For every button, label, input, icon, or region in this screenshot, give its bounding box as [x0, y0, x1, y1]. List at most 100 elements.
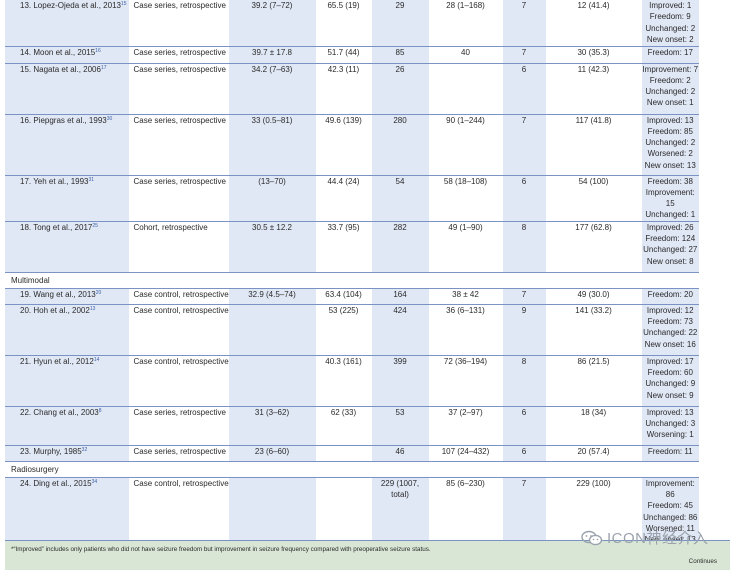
- followup-cell: [428, 63, 502, 115]
- patients-cell: 85: [370, 46, 429, 64]
- quality-score-cell: 6: [501, 445, 546, 462]
- reference-number: 32: [81, 446, 88, 453]
- male-cell: 53 (225): [315, 304, 371, 356]
- age-cell: 30.5 ± 12.2: [227, 221, 316, 273]
- outcome-cell: Freedom: 38 Improvement: 15 Unchanged: 1: [640, 175, 699, 222]
- design-cell: Case series, retrospective: [128, 46, 228, 64]
- design-cell: Case control, retrospective: [128, 477, 229, 547]
- author-cell: 23. Murphy, 198532: [5, 445, 129, 462]
- quality-score-cell: 7: [501, 0, 546, 47]
- outcome-line: New onset: 9: [646, 390, 694, 400]
- male-cell: [315, 477, 371, 547]
- page: 13. Lopez-Ojeda et al., 201315 Case serie…: [0, 0, 736, 573]
- patients-cell: 280: [370, 114, 429, 176]
- outcome-line: Freedom: 2: [649, 75, 691, 85]
- author-cell: 15. Nagata et al., 200617: [5, 63, 129, 115]
- design-cell: Case series, retrospective: [128, 63, 228, 115]
- table-row: 16. Piepgras et al., 199330 Case series, …: [5, 114, 732, 176]
- quality-score-cell: 7: [501, 46, 546, 64]
- outcome-line: Improved: 1: [649, 1, 692, 10]
- outcome-cell: Freedom: 17: [640, 46, 699, 64]
- reference-number: 31: [88, 176, 95, 183]
- outcome-cell: Improved: 1 Freedom: 9 Unchanged: 2 New ons…: [640, 0, 699, 47]
- table-row: 20. Hoh et al., 200213 Case control, retr…: [5, 304, 732, 356]
- design-cell: Case control, retrospective: [128, 304, 229, 356]
- table-row: 18. Tong et al., 201725 Cohort, retrospec…: [5, 221, 732, 273]
- seizure-cell: 49 (30.0): [545, 288, 641, 305]
- age-cell: (13–70): [227, 175, 316, 222]
- outcome-line: Freedom: 20: [647, 289, 693, 299]
- author-cell: 14. Moon et al., 201516: [5, 46, 129, 64]
- outcome-cell: Improved: 12 Freedom: 73 Unchanged: 22 New …: [640, 304, 699, 356]
- age-cell: 23 (6–60): [227, 445, 316, 462]
- quality-score-cell: 9: [501, 304, 546, 356]
- outcome-line: Improved: 17: [646, 356, 694, 366]
- followup-cell: 85 (6–230): [428, 477, 502, 547]
- studies-table: 13. Lopez-Ojeda et al., 201315 Case serie…: [5, 0, 732, 547]
- outcome-line: Freedom: 11: [647, 446, 693, 456]
- reference-number: 8: [98, 407, 102, 414]
- age-cell: 34.2 (7–63): [227, 63, 316, 115]
- outcome-line: Unchanged: 2: [645, 87, 696, 97]
- male-cell: 33.7 (95): [315, 221, 371, 273]
- section-label: Multimodal: [5, 272, 699, 289]
- male-cell: [315, 445, 371, 462]
- reference-number: 13: [89, 305, 96, 312]
- reference-number: 14: [93, 356, 100, 363]
- author-cell: 24. Ding et al., 201534: [5, 477, 129, 547]
- reference-number: 34: [91, 478, 98, 485]
- patients-cell: 26: [370, 63, 429, 115]
- age-cell: 39.7 ± 17.8: [227, 46, 316, 64]
- outcome-line: New onset: 13: [644, 160, 696, 170]
- outcome-cell: Improvement: 7 Freedom: 2 Unchanged: 2 New …: [640, 63, 699, 115]
- quality-score-cell: 8: [501, 355, 546, 407]
- outcome-cell: Improved: 17 Freedom: 60 Unchanged: 9 New o…: [640, 355, 699, 407]
- outcome-line: Worsening: 1: [646, 430, 694, 440]
- outcome-line: Unchanged: 2: [645, 23, 696, 33]
- design-cell: Case series, retrospective: [128, 406, 228, 446]
- age-cell: [227, 355, 316, 407]
- outcome-cell: Freedom: 20: [640, 288, 699, 305]
- male-cell: 44.4 (24): [315, 175, 371, 222]
- outcome-line: Unchanged: 9: [645, 379, 696, 389]
- author-cell: 16. Piepgras et al., 199330: [5, 114, 129, 176]
- age-cell: 33 (0.5–81): [227, 114, 316, 176]
- design-cell: Case series, retrospective: [128, 0, 228, 47]
- table-row: 23. Murphy, 198532 Case series, retrospec…: [5, 445, 732, 462]
- reference-number: 15: [120, 1, 127, 7]
- reference-number: 16: [95, 47, 101, 54]
- author-text: 23. Murphy, 1985: [20, 446, 82, 456]
- patients-cell: 54: [370, 175, 429, 222]
- author-cell: 19. Wang et al., 201320: [5, 288, 129, 305]
- reference-number: 30: [106, 115, 113, 122]
- followup-cell: 58 (18–108): [428, 175, 502, 222]
- author-text: 16. Piepgras et al., 1993: [20, 115, 107, 125]
- patients-cell: 53: [370, 406, 429, 446]
- table-row: 13. Lopez-Ojeda et al., 201315 Case serie…: [5, 0, 732, 47]
- seizure-cell: 12 (41.4): [545, 0, 641, 47]
- reference-number: 25: [92, 222, 98, 229]
- seizure-cell: 18 (34): [545, 406, 641, 446]
- outcome-line: Freedom: 45: [647, 501, 693, 511]
- quality-score-cell: 6: [501, 175, 546, 222]
- author-cell: 13. Lopez-Ojeda et al., 201315: [5, 0, 129, 47]
- male-cell: 40.3 (161): [315, 355, 371, 407]
- author-cell: 18. Tong et al., 201725: [5, 221, 129, 273]
- outcome-line: Improved: 13: [646, 407, 694, 417]
- reference-number: 20: [95, 289, 102, 296]
- age-cell: 32.9 (4.5–74): [227, 288, 316, 305]
- outcome-line: Improvement: 86: [645, 478, 695, 499]
- patients-cell: 46: [370, 445, 429, 462]
- outcome-line: Worsened: 2: [647, 149, 693, 159]
- outcome-line: Improvement: 7: [642, 64, 699, 74]
- design-cell: Case control, retrospective: [128, 355, 229, 407]
- quality-score-cell: 6: [501, 406, 546, 446]
- outcome-line: Improvement: 15: [645, 187, 695, 209]
- design-cell: Case control, retrospective: [128, 288, 229, 305]
- outcome-line: Freedom: 85: [647, 126, 693, 136]
- author-cell: 21. Hyun et al., 201214: [5, 355, 129, 407]
- author-cell: 17. Yeh et al., 199331: [5, 175, 129, 222]
- author-text: 14. Moon et al., 2015: [20, 47, 96, 57]
- outcome-cell: Improved: 13 Freedom: 85 Unchanged: 2 Worse…: [640, 114, 699, 176]
- followup-cell: 72 (36–194): [428, 355, 502, 407]
